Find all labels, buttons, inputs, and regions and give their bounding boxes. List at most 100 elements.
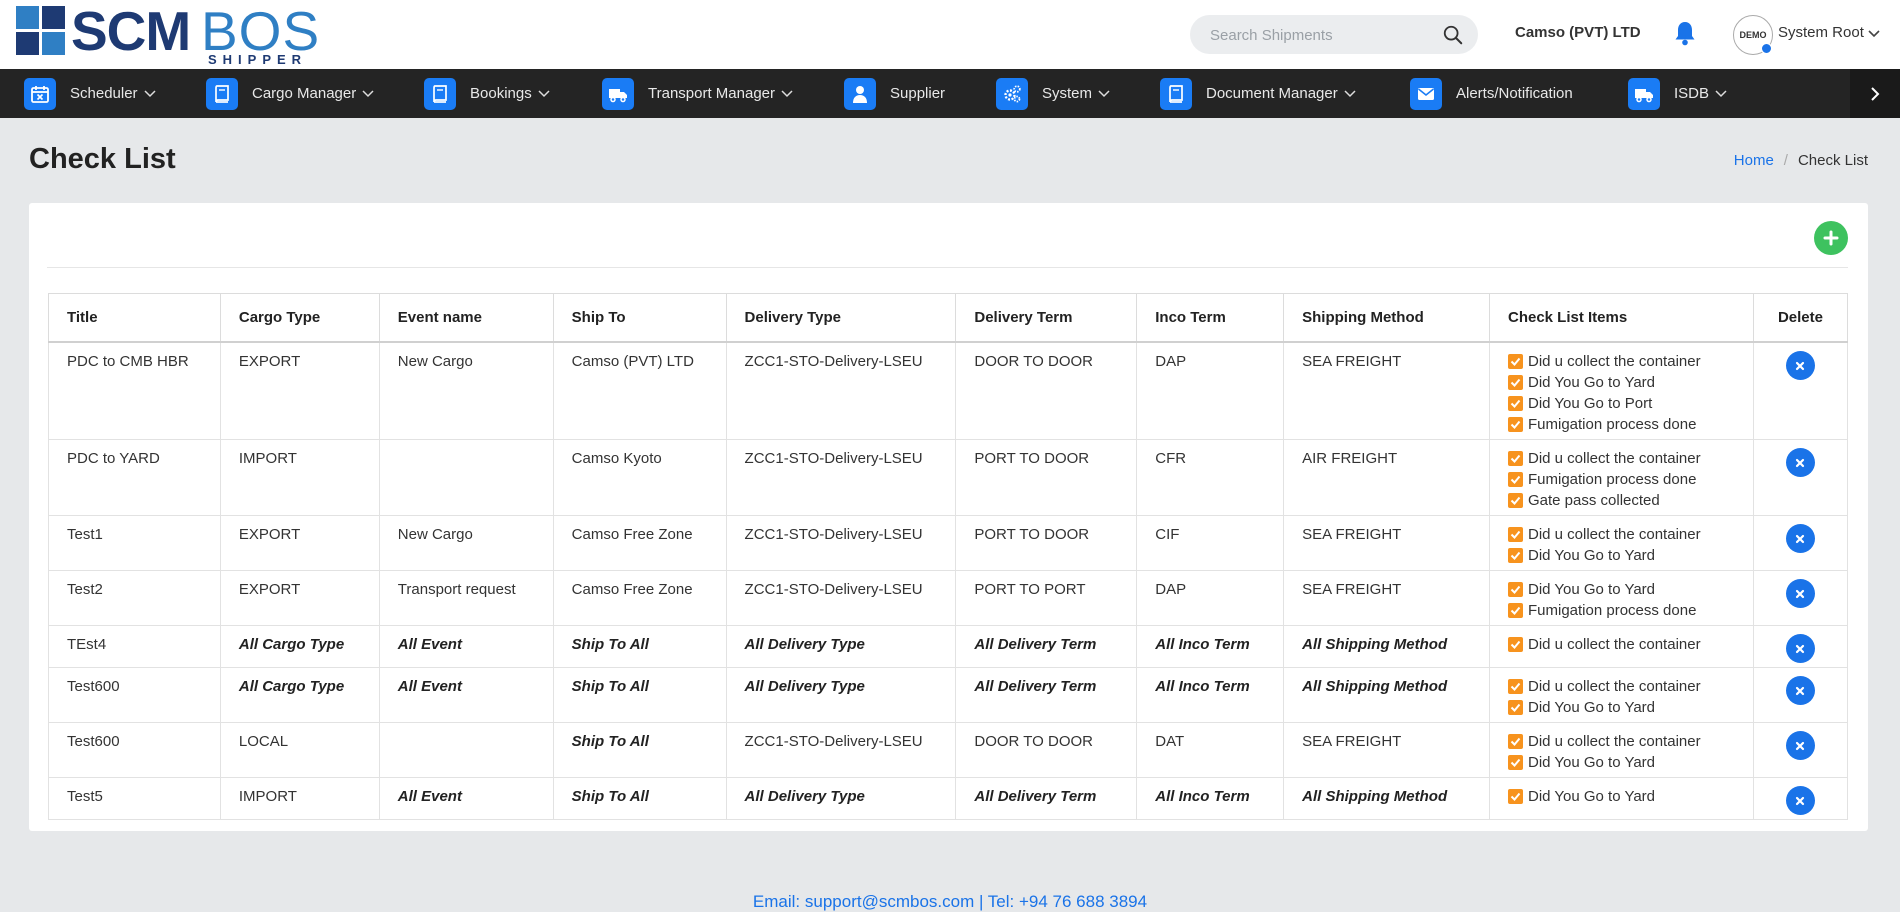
checklist-item-label: Fumigation process done xyxy=(1527,416,1697,433)
book-icon xyxy=(206,77,238,110)
delete-button[interactable] xyxy=(1785,731,1815,760)
cargo-type-cell: All Cargo Type xyxy=(219,625,380,668)
checkbox-checked-icon[interactable] xyxy=(1507,354,1523,369)
column-header[interactable]: Check List Items xyxy=(1488,293,1754,343)
checkbox-checked-icon[interactable] xyxy=(1507,396,1523,411)
nav-item-alerts-notification[interactable]: Alerts/Notification xyxy=(1410,69,1573,118)
ship-to-cell: Camso Kyoto xyxy=(552,439,727,516)
checkbox-checked-icon[interactable] xyxy=(1507,637,1523,652)
checkbox-checked-icon[interactable] xyxy=(1507,734,1523,749)
truck-icon xyxy=(1628,77,1660,110)
checkbox-checked-icon[interactable] xyxy=(1507,417,1523,432)
table-row: PDC to CMB HBR EXPORT New Cargo Camso (PVT)… xyxy=(48,341,1849,440)
title-cell: Test5 xyxy=(48,777,221,820)
checkbox-checked-icon[interactable] xyxy=(1507,527,1523,542)
checkbox-checked-icon[interactable] xyxy=(1507,493,1523,508)
event-name-cell xyxy=(378,722,554,778)
nav-item-system[interactable]: System xyxy=(996,69,1110,118)
checkbox-checked-icon[interactable] xyxy=(1507,679,1523,694)
column-header[interactable]: Event name xyxy=(378,293,554,343)
checklist-items-cell: Did u collect the container Did You Go to… xyxy=(1488,667,1754,723)
delete-button[interactable] xyxy=(1785,676,1815,705)
cargo-type-cell: EXPORT xyxy=(219,570,380,626)
column-header[interactable]: Cargo Type xyxy=(219,293,380,343)
checklist-item: Did u collect the container xyxy=(1507,731,1735,752)
footer-contact[interactable]: Email: support@scmbos.com | Tel: +94 76 … xyxy=(0,892,1900,912)
company-name[interactable]: Camso (PVT) LTD xyxy=(1515,24,1641,41)
breadcrumb-current: Check List xyxy=(1797,152,1868,169)
checkbox-checked-icon[interactable] xyxy=(1507,789,1523,804)
user-name[interactable]: System Root xyxy=(1778,24,1864,41)
chevron-down-icon[interactable] xyxy=(1868,30,1880,38)
checkbox-checked-icon[interactable] xyxy=(1507,603,1523,618)
nav-item-isdb[interactable]: ISDB xyxy=(1628,69,1727,118)
table-row: Test1 EXPORT New Cargo Camso Free Zone ZCC1-… xyxy=(48,515,1849,571)
checklist-item: Did You Go to Yard xyxy=(1507,545,1735,566)
inco-term-cell: CFR xyxy=(1136,439,1285,516)
column-header[interactable]: Inco Term xyxy=(1136,293,1285,343)
checkbox-checked-icon[interactable] xyxy=(1507,472,1523,487)
nav-item-document-manager[interactable]: Document Manager xyxy=(1160,69,1356,118)
scmbos-logo[interactable]: SCM BOS SHIPPER xyxy=(16,0,321,68)
nav-item-supplier[interactable]: Supplier xyxy=(844,69,945,118)
inco-term-cell: All Inco Term xyxy=(1136,777,1285,820)
nav-item-cargo-manager[interactable]: Cargo Manager xyxy=(206,69,374,118)
search-input[interactable] xyxy=(1208,24,1432,46)
checkbox-checked-icon[interactable] xyxy=(1507,755,1523,770)
column-header[interactable]: Delivery Term xyxy=(955,293,1138,343)
checkbox-checked-icon[interactable] xyxy=(1507,451,1523,466)
delete-cell xyxy=(1752,625,1849,668)
nav-label: Supplier xyxy=(890,85,946,102)
delete-cell xyxy=(1752,667,1849,723)
column-header[interactable]: Delivery Type xyxy=(725,293,957,343)
nav-item-transport-manager[interactable]: Transport Manager xyxy=(602,69,793,118)
checkbox-checked-icon[interactable] xyxy=(1507,548,1523,563)
event-name-cell: All Event xyxy=(378,625,554,668)
add-checklist-button[interactable] xyxy=(1814,221,1848,255)
delivery-type-cell: ZCC1-STO-Delivery-LSEU xyxy=(725,570,957,626)
delete-button[interactable] xyxy=(1785,634,1815,663)
checklist-item-label: Did u collect the container xyxy=(1527,636,1701,653)
column-header[interactable]: Delete xyxy=(1752,293,1849,343)
logo-text-primary: SCM xyxy=(71,0,191,62)
ship-to-cell: Ship To All xyxy=(552,777,727,820)
delivery-term-cell: All Delivery Term xyxy=(955,777,1138,820)
event-name-cell xyxy=(378,439,554,516)
checklist-item: Did You Go to Yard xyxy=(1507,752,1735,773)
checkbox-checked-icon[interactable] xyxy=(1507,375,1523,390)
gears-icon xyxy=(996,77,1028,110)
bell-icon[interactable] xyxy=(1673,20,1697,46)
calendar-icon xyxy=(24,77,56,110)
checklist-table: Title Cargo Type Event name Ship To Deli… xyxy=(48,293,1849,820)
event-name-cell: All Event xyxy=(378,777,554,820)
delete-cell xyxy=(1752,777,1849,820)
nav-item-scheduler[interactable]: Scheduler xyxy=(24,69,156,118)
delete-button[interactable] xyxy=(1785,524,1815,553)
column-header[interactable]: Shipping Method xyxy=(1283,293,1490,343)
checkbox-checked-icon[interactable] xyxy=(1507,700,1523,715)
column-header[interactable]: Title xyxy=(48,293,221,343)
delete-button[interactable] xyxy=(1785,786,1815,815)
nav-scroll-right-button[interactable] xyxy=(1850,69,1900,118)
column-header[interactable]: Ship To xyxy=(552,293,727,343)
title-cell: Test2 xyxy=(48,570,221,626)
breadcrumb-home-link[interactable]: Home xyxy=(1734,152,1774,169)
title-cell: Test1 xyxy=(48,515,221,571)
ship-to-cell: Ship To All xyxy=(552,625,727,668)
delete-button[interactable] xyxy=(1785,351,1815,380)
checklist-item-label: Fumigation process done xyxy=(1527,471,1697,488)
nav-item-bookings[interactable]: Bookings xyxy=(424,69,550,118)
checklist-items-cell: Did u collect the container Did You Go to… xyxy=(1488,722,1754,778)
delete-button[interactable] xyxy=(1785,579,1815,608)
table-row: PDC to YARD IMPORT Camso Kyoto ZCC1-STO-Del… xyxy=(48,439,1849,516)
delete-button[interactable] xyxy=(1785,448,1815,477)
delivery-term-cell: All Delivery Term xyxy=(955,667,1138,723)
delivery-term-cell: DOOR TO DOOR xyxy=(955,722,1138,778)
checkbox-checked-icon[interactable] xyxy=(1507,582,1523,597)
checklist-item: Did You Go to Yard xyxy=(1507,579,1735,600)
table-row: Test2 EXPORT Transport request Camso Free Z… xyxy=(48,570,1849,626)
checklist-item-label: Did u collect the container xyxy=(1527,450,1701,467)
title-cell: Test600 xyxy=(48,667,221,723)
search-icon[interactable] xyxy=(1442,24,1464,46)
checklist-item: Fumigation process done xyxy=(1507,469,1735,490)
